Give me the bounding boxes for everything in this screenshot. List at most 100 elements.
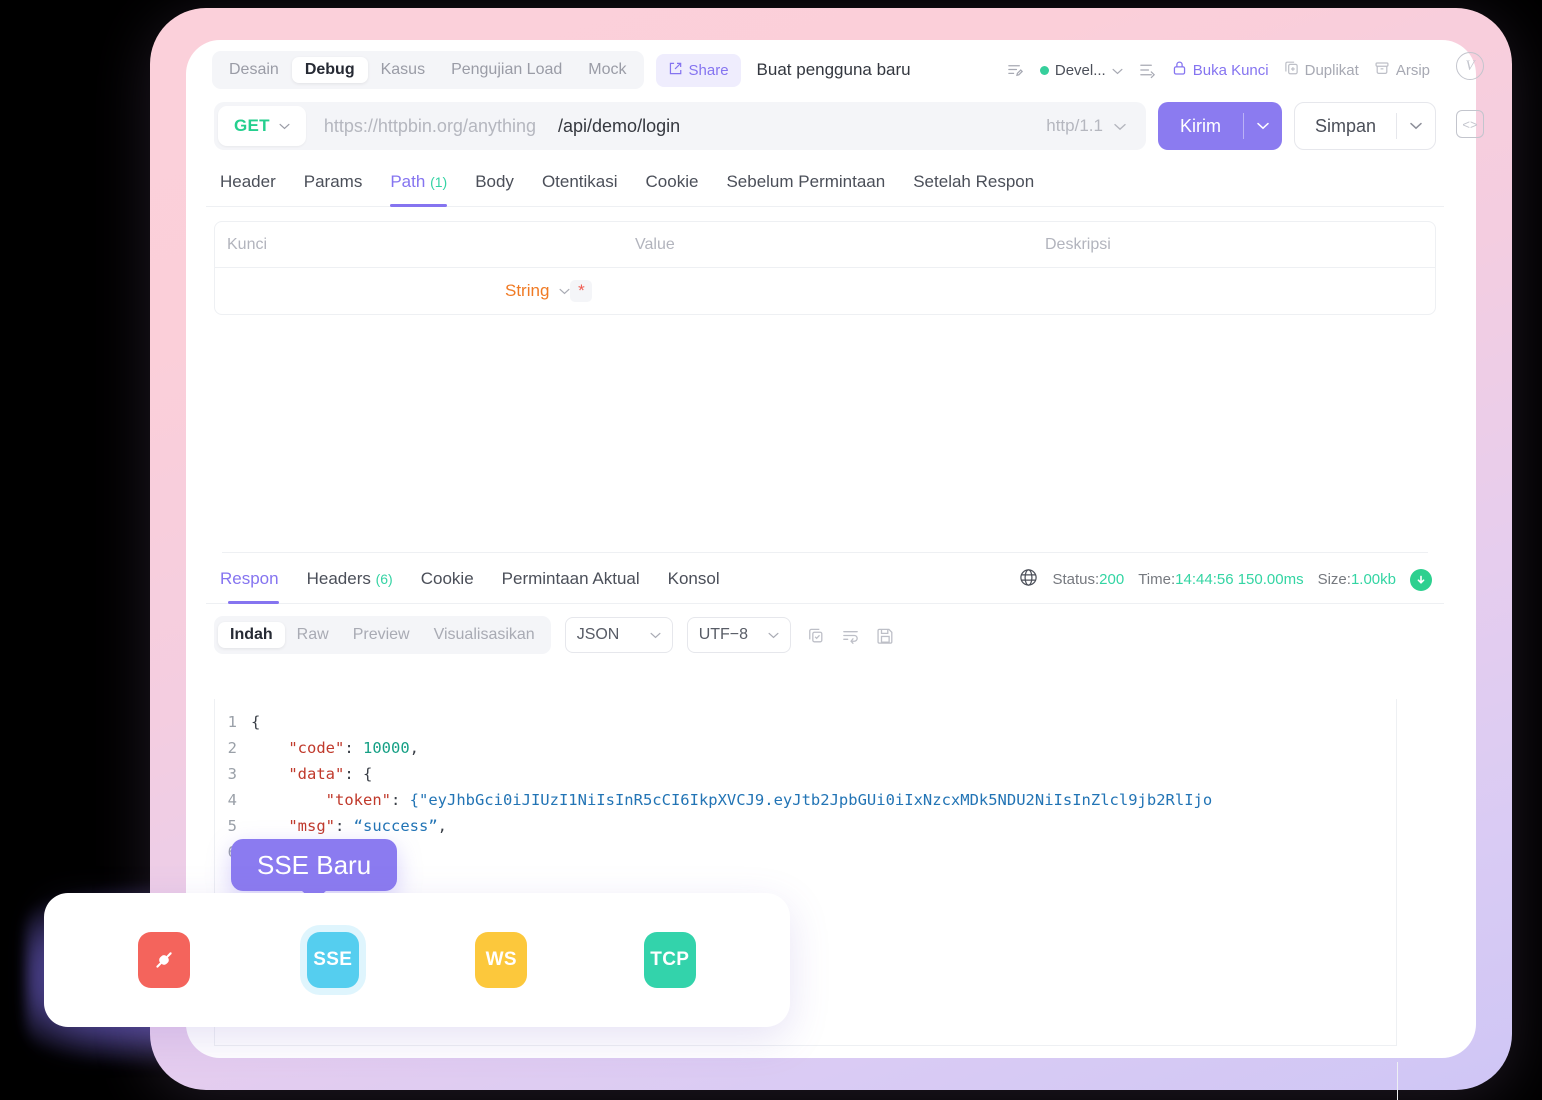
url-base-prefix: https://httpbin.org/anything: [323, 115, 537, 136]
label: Permintaan Aktual: [501, 569, 640, 588]
json-code: 1{2 "code": 10000, 3 "data": {4 "token": …: [215, 699, 1396, 865]
label: Otentikasi: [541, 172, 618, 191]
request-tab-path[interactable]: Path (1): [376, 166, 461, 207]
version-badge-icon[interactable]: V: [1456, 52, 1484, 80]
code-line: 3 "data": {: [215, 761, 1396, 787]
request-tabs: Header Params Path (1) Body Otentikasi C…: [206, 156, 1444, 207]
mode-tabs: Desain Debug Kasus Pengujian Load Mock: [212, 51, 644, 89]
response-time: Time:14:44:56 150.00ms: [1138, 571, 1303, 588]
response-tab-konsol[interactable]: Konsol: [654, 563, 734, 603]
response-tab-permintaan-aktual[interactable]: Permintaan Aktual: [488, 563, 654, 603]
code-text: "code": 10000,: [288, 739, 420, 757]
test-results-rail[interactable]: « Hasil Uji: [1397, 1062, 1444, 1100]
label: Body: [475, 172, 514, 191]
copy-icon[interactable]: [805, 625, 826, 646]
line-number: 2: [227, 739, 237, 757]
edit-notes-icon[interactable]: [1006, 61, 1025, 80]
unlock-button[interactable]: Buka Kunci: [1172, 60, 1269, 80]
line-number: 5: [227, 817, 237, 835]
duplicate-icon: [1284, 60, 1299, 80]
line-number: 1: [227, 713, 237, 731]
code-snippet-icon[interactable]: <>: [1456, 110, 1484, 138]
view-tab-visualisasikan[interactable]: Visualisasikan: [422, 622, 547, 648]
request-tab-params[interactable]: Params: [290, 166, 377, 206]
status-label: Status:: [1052, 571, 1100, 588]
code-line: 1{: [215, 709, 1396, 735]
label: Sebelum Permintaan: [726, 172, 886, 191]
tab-mock[interactable]: Mock: [575, 57, 639, 83]
environment-settings-icon[interactable]: [1138, 61, 1157, 79]
required-toggle[interactable]: *: [570, 280, 593, 302]
view-tab-preview[interactable]: Preview: [341, 622, 422, 648]
request-tab-sebelum-permintaan[interactable]: Sebelum Permintaan: [712, 166, 899, 206]
request-tab-body[interactable]: Body: [461, 166, 528, 206]
archive-label: Arsip: [1395, 61, 1430, 79]
request-tab-header[interactable]: Header: [214, 166, 290, 206]
response-view-tabs: Indah Raw Preview Visualisasikan: [214, 616, 551, 654]
download-response-button[interactable]: [1410, 568, 1432, 591]
duplicate-button[interactable]: Duplikat: [1284, 60, 1359, 80]
size-label: Size:: [1317, 571, 1351, 588]
chevron-down-icon: [559, 282, 570, 300]
share-button[interactable]: Share: [655, 53, 741, 87]
label: Konsol: [667, 569, 720, 588]
protocol-dock: SSE WS TCP: [44, 893, 790, 1027]
archive-button[interactable]: Arsip: [1374, 60, 1430, 80]
send-label: Kirim: [1179, 115, 1221, 136]
method-selector[interactable]: GET: [218, 106, 306, 146]
environment-status-dot: [1039, 65, 1049, 75]
sse-tooltip: SSE Baru: [231, 839, 398, 891]
send-dropdown-chevron-down-icon[interactable]: [1244, 117, 1282, 135]
dock-item-plug-icon[interactable]: [138, 932, 191, 988]
share-icon: [668, 61, 683, 80]
label: Cookie: [645, 172, 699, 191]
dock-item-ws[interactable]: WS: [475, 932, 528, 988]
dock-item-tcp[interactable]: TCP: [643, 932, 696, 988]
request-tab-cookie[interactable]: Cookie: [632, 166, 713, 206]
tab-kasus[interactable]: Kasus: [368, 57, 438, 83]
line-number: 4: [227, 791, 237, 809]
response-tab-respon[interactable]: Respon: [214, 563, 293, 604]
encoding-selector[interactable]: UTF−8: [686, 617, 791, 653]
url-field[interactable]: GET https://httpbin.org/anything /api/de…: [214, 102, 1146, 150]
dock-item-sse[interactable]: SSE: [306, 932, 359, 988]
language-selector[interactable]: JSON: [564, 617, 673, 653]
response-tab-cookie[interactable]: Cookie: [407, 563, 488, 603]
view-tab-raw[interactable]: Raw: [285, 622, 341, 648]
chevron-down-icon: [768, 626, 779, 644]
send-button[interactable]: Kirim: [1157, 102, 1282, 150]
save-label: Simpan: [1314, 115, 1376, 136]
tab-desain[interactable]: Desain: [216, 57, 292, 83]
url-path-input[interactable]: /api/demo/login: [536, 116, 680, 137]
save-dropdown-chevron-down-icon[interactable]: [1397, 117, 1435, 135]
environment-selector[interactable]: Devel...: [1039, 62, 1123, 79]
status-code: Status:200: [1052, 571, 1124, 588]
response-tab-headers[interactable]: Headers (6): [293, 563, 407, 603]
page-title: Buat pengguna baru: [756, 60, 911, 79]
tab-pengujian-load[interactable]: Pengujian Load: [438, 57, 575, 83]
code-text: "msg": “success”,: [288, 817, 448, 835]
time-value: 14:44:56 150.00ms: [1175, 571, 1304, 588]
wrap-lines-icon[interactable]: [840, 625, 861, 646]
label: Params: [303, 172, 363, 191]
badge-count: (1): [430, 174, 448, 190]
http-version-label: http/1.1: [1046, 116, 1103, 135]
tab-debug[interactable]: Debug: [291, 57, 368, 83]
save-button[interactable]: Simpan: [1293, 102, 1436, 150]
top-bar-actions: Devel... Buka Kunci Duplikat Arsip: [1006, 60, 1438, 80]
view-tab-indah[interactable]: Indah: [218, 622, 285, 648]
value-type-selector[interactable]: String: [505, 281, 570, 301]
code-text: {: [251, 713, 261, 731]
code-text: "data": {: [288, 765, 373, 783]
request-tab-otentikasi[interactable]: Otentikasi: [528, 166, 632, 206]
top-bar: Desain Debug Kasus Pengujian Load Mock S…: [206, 44, 1444, 96]
column-header-kunci: Kunci: [227, 235, 268, 253]
label: Cookie: [420, 569, 474, 588]
chevron-down-icon: [650, 626, 661, 644]
request-tab-setelah-respon[interactable]: Setelah Respon: [899, 166, 1048, 206]
status-value: 200: [1099, 571, 1125, 588]
save-response-icon[interactable]: [875, 625, 896, 646]
code-line: 4 "token": {"eyJhbGci0iJIUzI1NiIsInR5cCI…: [215, 787, 1396, 813]
share-label: Share: [688, 61, 729, 79]
http-version-selector[interactable]: http/1.1: [1046, 116, 1146, 136]
